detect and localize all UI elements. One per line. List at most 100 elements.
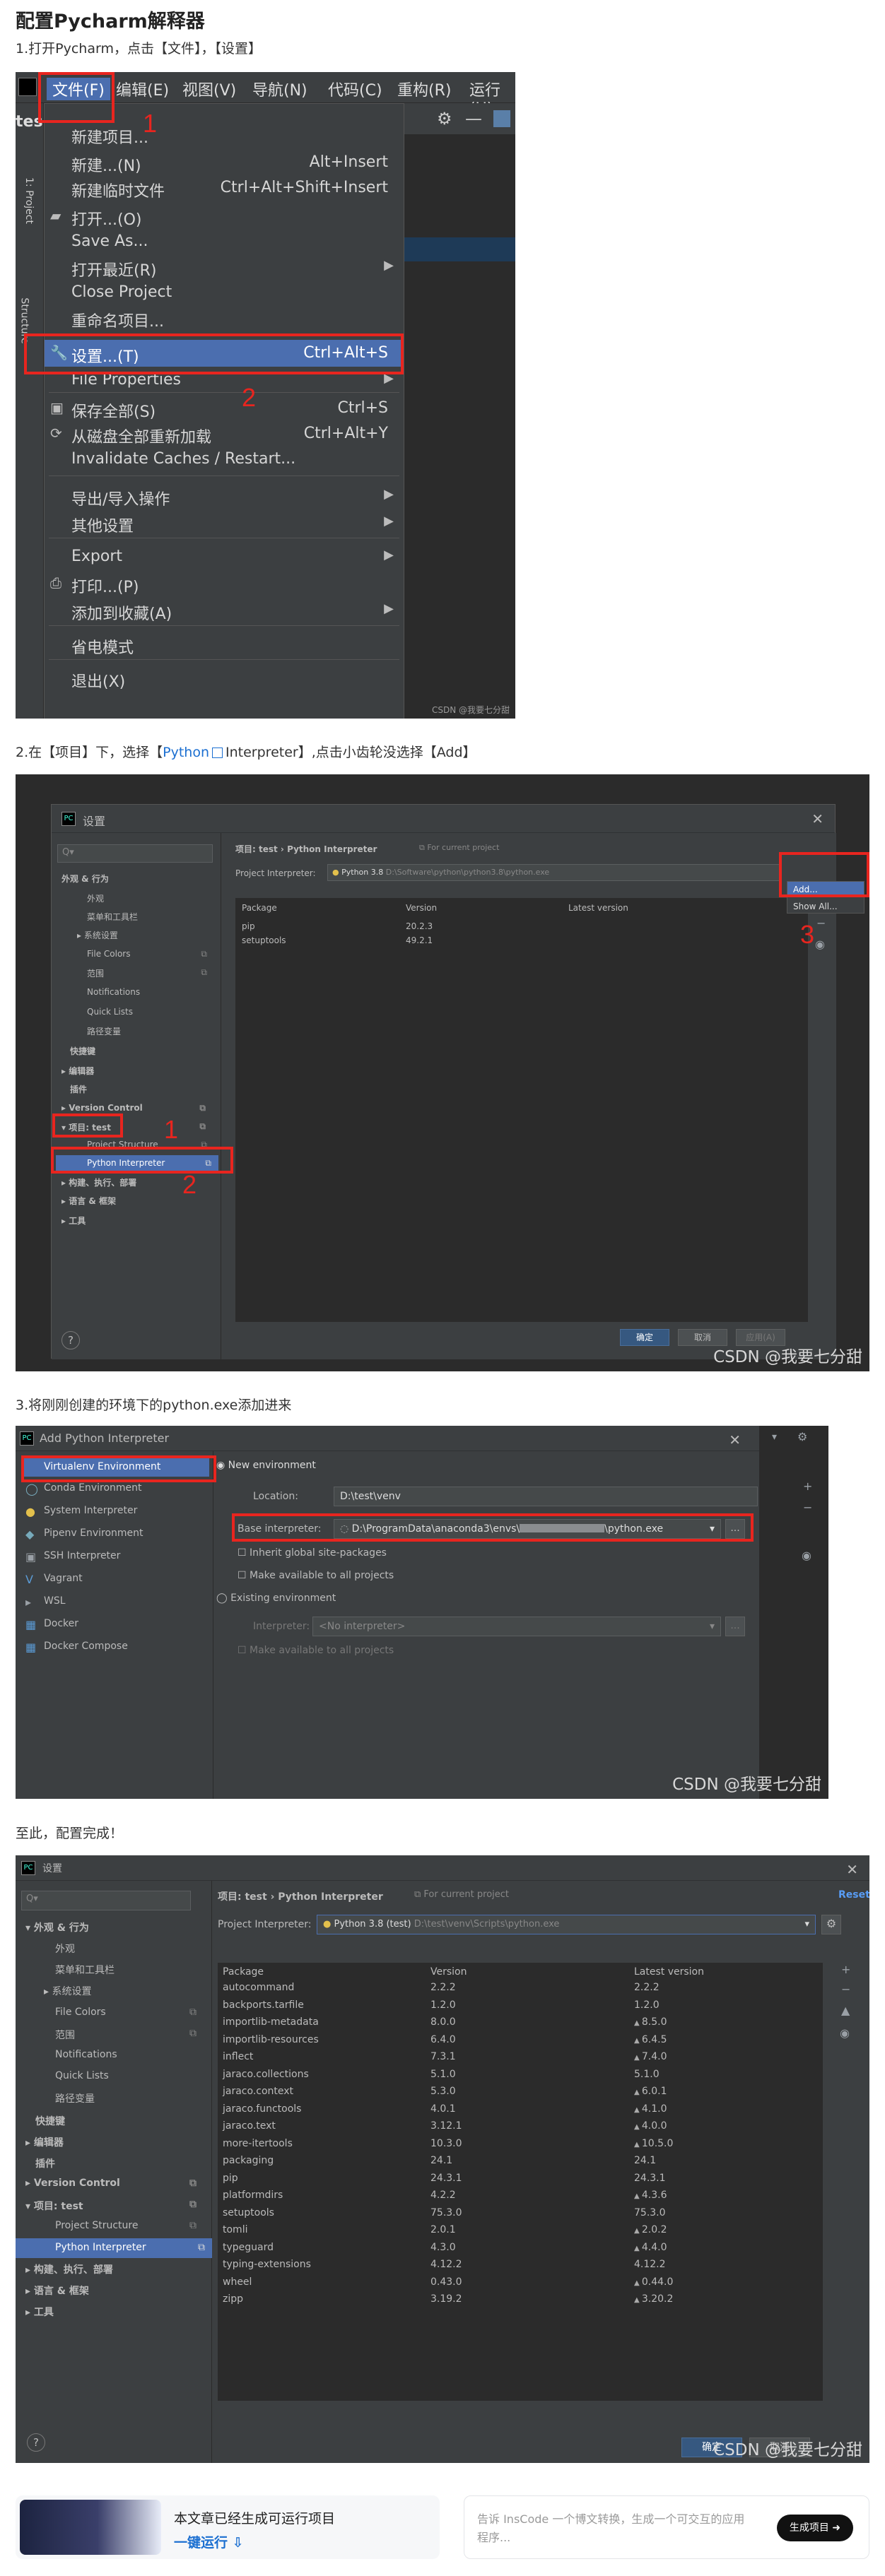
table-row[interactable]: jaraco.functools 4.0.1 ▲ 4.1.0 — [218, 2103, 822, 2120]
tree-vcs[interactable]: ▸ Version Control ⧉ — [25, 2178, 204, 2189]
location-input[interactable]: D:\test\venv — [334, 1487, 758, 1506]
table-row[interactable]: tomli 2.0.1 ▲ 2.0.2 — [218, 2224, 822, 2241]
menu-navigate[interactable]: 导航(N) — [252, 78, 307, 100]
show-all-option[interactable]: Show All... — [787, 899, 864, 914]
close-icon[interactable]: ✕ — [811, 810, 824, 827]
menu-item-rename-project[interactable]: 重命名项目... — [45, 305, 404, 331]
menu-item-export-import[interactable]: 导出/导入操作 ▶ — [45, 483, 404, 509]
table-row[interactable]: typing-extensions 4.12.2 4.12.2 — [218, 2259, 822, 2276]
type-vagrant[interactable]: Vagrant — [44, 1573, 83, 1584]
settings-search-input[interactable]: Q▾ — [57, 844, 213, 863]
menu-refactor[interactable]: 重构(R) — [397, 78, 451, 100]
python-link[interactable]: Python — [163, 745, 209, 760]
tree-quick-lists[interactable]: Quick Lists — [55, 2070, 109, 2081]
tree-appearance[interactable]: 外观 & 行为 — [61, 873, 109, 885]
side-tab-project[interactable]: 1: Project — [23, 177, 35, 224]
browse-button-2[interactable]: ... — [725, 1617, 745, 1636]
interpreter-select[interactable]: ● Python 3.8 (test) D:\test\venv\Scripts… — [317, 1915, 816, 1934]
add-package-icon[interactable]: + — [841, 1963, 850, 1976]
menu-item-add-favorites[interactable]: 添加到收藏(A) ▶ — [45, 597, 404, 624]
minimize-icon[interactable]: — — [465, 109, 482, 129]
settings-search-input[interactable]: Q▾ — [21, 1891, 191, 1910]
ok-button[interactable]: 确定 — [620, 1329, 669, 1346]
type-conda[interactable]: Conda Environment — [44, 1482, 142, 1494]
tree-file-colors[interactable]: File Colors ⧉ — [87, 949, 214, 959]
table-row[interactable]: packaging 24.1 24.1 — [218, 2155, 822, 2172]
tree-plugins[interactable]: 插件 — [70, 1083, 87, 1095]
table-row[interactable]: typeguard 4.3.0 ▲ 4.4.0 — [218, 2242, 822, 2259]
tree-lang[interactable]: ▸ 语言 & 框架 — [25, 2283, 89, 2298]
tree-tools[interactable]: ▸ 工具 — [61, 1215, 86, 1227]
prompt-input[interactable]: 告诉 InsCode 一个博文转换，生成一个可交互的应用程序... — [477, 2510, 746, 2547]
make-available-checkbox[interactable]: ☐ Make available to all projects — [238, 1570, 394, 1581]
close-icon[interactable]: ✕ — [729, 1431, 741, 1448]
table-row[interactable]: more-itertools 10.3.0 ▲ 10.5.0 — [218, 2138, 822, 2155]
new-environment-radio[interactable]: ◉ New environment — [216, 1460, 316, 1471]
inherit-checkbox[interactable]: ☐ Inherit global site-packages — [238, 1547, 387, 1559]
remove-package-icon[interactable]: − — [841, 1983, 850, 1996]
menu-item-new[interactable]: 新建...(N) Alt+Insert — [45, 149, 404, 176]
tree-scopes[interactable]: 范围 ⧉ — [87, 967, 214, 979]
table-row[interactable]: backports.tarfile 1.2.0 1.2.0 — [218, 1999, 822, 2016]
type-system[interactable]: System Interpreter — [44, 1505, 137, 1516]
tree-lang[interactable]: ▸ 语言 & 框架 — [61, 1195, 116, 1207]
help-button[interactable]: ? — [27, 2433, 45, 2452]
table-row[interactable]: setuptools 75.3.0 75.3.0 — [218, 2207, 822, 2224]
table-row[interactable]: importlib-resources 6.4.0 ▲ 6.4.5 — [218, 2034, 822, 2051]
table-row[interactable]: inflect 7.3.1 ▲ 7.4.0 — [218, 2051, 822, 2068]
table-row[interactable]: pip 24.3.1 24.3.1 — [218, 2173, 822, 2190]
make-available-checkbox-2[interactable]: ☐ Make available to all projects — [238, 1645, 394, 1656]
gear-button[interactable]: ⚙ — [821, 1915, 841, 1934]
tree-build[interactable]: ▸ 构建、执行、部署 — [25, 2262, 113, 2276]
menu-item-scratch-file[interactable]: 新建临时文件 Ctrl+Alt+Shift+Insert — [45, 175, 404, 201]
menu-item-exit[interactable]: 退出(X) — [45, 665, 404, 692]
existing-interpreter-select[interactable]: <No interpreter> ▾ — [312, 1617, 721, 1636]
menu-edit[interactable]: 编辑(E) — [116, 78, 169, 100]
existing-environment-radio[interactable]: ◯ Existing environment — [216, 1593, 336, 1604]
menu-item-open[interactable]: ▰ 打开...(O) — [45, 203, 404, 230]
tree-look[interactable]: 外观 — [87, 892, 104, 904]
menu-code[interactable]: 代码(C) — [328, 78, 382, 100]
tree-editor[interactable]: ▸ 编辑器 — [61, 1065, 94, 1077]
remove-icon[interactable]: − — [803, 1501, 812, 1514]
tree-tools[interactable]: ▸ 工具 — [25, 2305, 54, 2319]
tree-plugins[interactable]: 插件 — [35, 2156, 55, 2170]
remove-package-icon[interactable]: − — [816, 916, 826, 930]
tree-menus[interactable]: 菜单和工具栏 — [87, 911, 138, 923]
tree-build[interactable]: ▸ 构建、执行、部署 — [61, 1176, 136, 1188]
close-icon[interactable]: ✕ — [846, 1861, 858, 1878]
menu-item-export[interactable]: Export ▶ — [45, 543, 404, 570]
type-wsl[interactable]: WSL — [44, 1595, 66, 1607]
tree-menus[interactable]: 菜单和工具栏 — [55, 1963, 115, 1977]
type-pipenv[interactable]: Pipenv Environment — [44, 1528, 143, 1539]
menu-item-other-settings[interactable]: 其他设置 ▶ — [45, 509, 404, 536]
table-row[interactable]: jaraco.text 3.12.1 ▲ 4.0.0 — [218, 2120, 822, 2137]
gear-icon[interactable]: ⚙ — [437, 109, 452, 129]
table-row[interactable]: wheel 0.43.0 ▲ 0.44.0 — [218, 2276, 822, 2293]
project-card[interactable]: 本文章已经生成可运行项目 一键运行 ⇩ — [16, 2495, 440, 2559]
tree-keymap[interactable]: 快捷键 — [70, 1045, 95, 1057]
tree-scopes[interactable]: 范围 ⧉ — [55, 2028, 204, 2042]
gear-icon[interactable]: ⚙ — [797, 1430, 807, 1443]
tree-path-vars[interactable]: 路径变量 — [87, 1025, 121, 1037]
tree-notifications[interactable]: Notifications — [55, 2049, 117, 2060]
tree-project[interactable]: ▾ 项目: test ⧉ — [25, 2199, 204, 2213]
menu-item-new-project[interactable]: 新建项目... — [45, 121, 404, 148]
table-row[interactable]: jaraco.context 5.3.0 ▲ 6.0.1 — [218, 2086, 822, 2103]
table-row[interactable]: zipp 3.19.2 ▲ 3.20.2 — [218, 2293, 822, 2310]
tree-keymap[interactable]: 快捷键 — [35, 2114, 65, 2128]
help-button[interactable]: ? — [61, 1331, 80, 1349]
tree-python-interpreter[interactable]: Python Interpreter ⧉ — [16, 2238, 212, 2258]
type-ssh[interactable]: SSH Interpreter — [44, 1550, 120, 1561]
interpreter-select[interactable]: ● Python 3.8 D:\Software\python\python3.… — [327, 864, 780, 881]
menu-item-save-as[interactable]: Save As... — [45, 228, 404, 255]
tree-quick-lists[interactable]: Quick Lists — [87, 1007, 133, 1017]
eye-icon[interactable]: ◉ — [840, 2026, 850, 2040]
menu-item-open-recent[interactable]: 打开最近(R) ▶ — [45, 254, 404, 280]
table-row[interactable]: jaraco.collections 5.1.0 5.1.0 — [218, 2069, 822, 2086]
tree-project-structure[interactable]: Project Structure ⧉ — [55, 2220, 204, 2231]
tree-appearance[interactable]: ▾ 外观 & 行为 — [25, 1920, 89, 1934]
run-link[interactable]: 一键运行 ⇩ — [174, 2532, 244, 2551]
table-row[interactable]: platformdirs 4.2.2 ▲ 4.3.6 — [218, 2190, 822, 2206]
menu-item-save-all[interactable]: ▣ 保存全部(S) Ctrl+S — [45, 395, 404, 422]
